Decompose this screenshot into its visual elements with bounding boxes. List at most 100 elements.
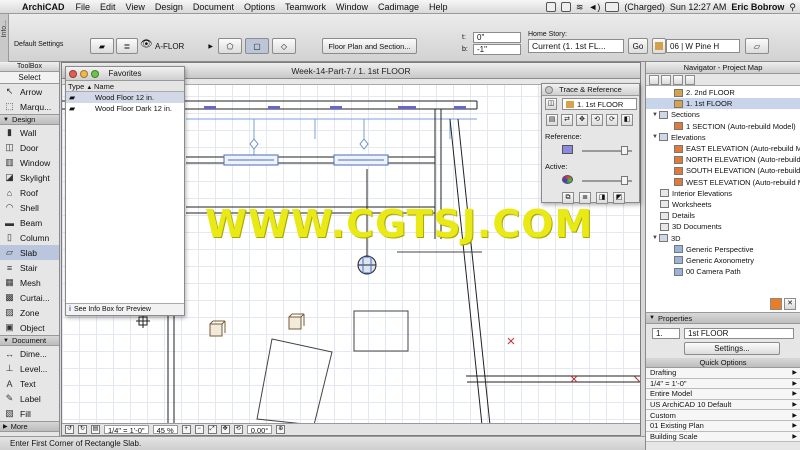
active-slider[interactable] (582, 176, 632, 185)
slab-settings-button[interactable]: ▰ (90, 38, 114, 54)
view-map-tab-icon[interactable] (661, 75, 671, 85)
nav-item[interactable]: WEST ELEVATION (Auto-rebuild M (646, 177, 800, 188)
reference-slider[interactable] (582, 146, 632, 155)
tool-stair[interactable]: ≡ Stair (0, 260, 59, 275)
floor-plan-section-button[interactable]: Floor Plan and Section... (322, 38, 417, 54)
quick-option-select[interactable]: 01 Existing Plan ▶ (646, 420, 800, 432)
nav-item[interactable]: 2. 2nd FLOOR (646, 87, 800, 98)
menu-design[interactable]: Design (150, 2, 188, 12)
design-section[interactable]: ▼ Design (0, 114, 59, 125)
quick-option-select[interactable]: US ArchiCAD 10 Default ▶ (646, 399, 800, 411)
properties-header[interactable]: ▼ Properties (646, 313, 800, 324)
triangle-down-icon[interactable]: ▼ (651, 112, 659, 118)
tool-window[interactable]: ▥ Window (0, 155, 59, 170)
material-select[interactable]: 06 | W Pine H (666, 39, 740, 53)
rectangle-method-button[interactable]: ▢ (245, 38, 269, 54)
menu-view[interactable]: View (121, 2, 150, 12)
tool-object[interactable]: ▣ Object (0, 320, 59, 335)
active-color-icon[interactable] (562, 175, 573, 184)
nav-item[interactable]: Generic Perspective (646, 244, 800, 255)
tool-text[interactable]: A Text (0, 376, 59, 391)
story-number-field[interactable]: 1. (652, 328, 680, 339)
tool-mesh[interactable]: ▦ Mesh (0, 275, 59, 290)
rotate-view-icon[interactable]: ⟲ (233, 425, 243, 434)
display-icon[interactable] (545, 2, 556, 12)
tool-slab[interactable]: ▱ Slab (0, 245, 59, 260)
layer-visibility-button[interactable]: ≣ (116, 38, 138, 54)
nav-item[interactable]: ▼ Sections (646, 109, 800, 120)
col-name[interactable]: Name (94, 82, 114, 91)
favorite-item[interactable]: ▰ Wood Floor Dark 12 in. (66, 103, 184, 114)
interior-walls[interactable] (167, 109, 442, 425)
scale-field[interactable]: 1/4" = 1'-0" (104, 425, 149, 435)
fit-window-icon[interactable]: ⤢ (207, 425, 217, 434)
nav-item[interactable]: 00 Camera Path (646, 266, 800, 277)
rectangle-element[interactable] (353, 310, 409, 352)
menu-edit[interactable]: Edit (95, 2, 121, 12)
properties-settings-button[interactable]: Settings... (684, 342, 780, 355)
compare-icon[interactable]: ◧ (621, 114, 633, 126)
zoom-field[interactable]: 45 % (152, 425, 178, 435)
close-icon[interactable] (69, 70, 77, 78)
zoom-in-icon[interactable]: + (181, 425, 191, 434)
reference-slider-knob[interactable] (620, 146, 628, 155)
nav-item[interactable]: 1. 1st FLOOR (646, 98, 800, 110)
triangle-down-icon[interactable]: ▼ (651, 134, 659, 140)
nav-item[interactable]: Worksheets (646, 199, 800, 210)
story-name-field[interactable]: 1st FLOOR (684, 328, 794, 339)
nav-item[interactable]: Generic Axonometry (646, 255, 800, 266)
tool-roof[interactable]: ⌂ Roof (0, 185, 59, 200)
triangle-down-icon[interactable]: ▼ (651, 235, 659, 241)
menu-options[interactable]: Options (239, 2, 280, 12)
move-reference-icon[interactable]: ✥ (576, 114, 588, 126)
menu-help[interactable]: Help (424, 2, 453, 12)
menu-file[interactable]: File (71, 2, 96, 12)
quick-option-select[interactable]: Drafting ▶ (646, 368, 800, 379)
minimize-icon[interactable] (80, 70, 88, 78)
wifi-icon[interactable]: ≋ (576, 2, 584, 13)
delete-icon[interactable]: ✕ (784, 298, 796, 310)
document-section[interactable]: ▼ Document (0, 335, 59, 346)
nav-item[interactable]: Details (646, 210, 800, 221)
col-type[interactable]: Type ▲ (66, 82, 94, 91)
rotated-rectangle-button[interactable]: ◇ (272, 38, 296, 54)
home-story-select[interactable]: Current (1. 1st FL... (528, 39, 624, 53)
more-section[interactable]: ▶ More (0, 421, 59, 432)
clock[interactable]: Sun 12:27 AM (670, 2, 727, 12)
tool-shell[interactable]: ◠ Shell (0, 200, 59, 215)
box-object-right[interactable] (288, 313, 305, 330)
active-slider-knob[interactable] (620, 176, 628, 185)
sync-icon[interactable] (560, 2, 571, 12)
redo-icon[interactable]: ↻ (78, 425, 87, 434)
slab-geometry-button[interactable]: ▱ (745, 38, 769, 54)
menu-cadimage[interactable]: Cadimage (373, 2, 424, 12)
tool-column[interactable]: ▯ Column (0, 230, 59, 245)
quick-option-select[interactable]: Building Scale ▶ (646, 431, 800, 443)
nav-item[interactable]: 1 SECTION (Auto-rebuild Model) (646, 121, 800, 132)
close-icon[interactable] (545, 86, 553, 94)
volume-icon[interactable]: ◄) (588, 2, 600, 12)
nav-item[interactable]: Interior Elevations (646, 188, 800, 199)
tool-skylight[interactable]: ◪ Skylight (0, 170, 59, 185)
shaft-symbol[interactable] (357, 255, 377, 275)
menu-teamwork[interactable]: Teamwork (280, 2, 331, 12)
swap-icon[interactable]: ⇄ (561, 114, 573, 126)
menu-document[interactable]: Document (188, 2, 239, 12)
angle-field[interactable]: 0.00° (246, 425, 273, 435)
favorite-item[interactable]: ▰ Wood Floor 12 in. (66, 92, 184, 103)
middle-wall[interactable] (186, 154, 435, 166)
tool-wall[interactable]: ▮ Wall (0, 125, 59, 140)
info-box-tab[interactable]: Info... (0, 14, 9, 62)
tool-marqu[interactable]: ⬚ Marqu... (0, 99, 59, 114)
nav-item[interactable]: 3D Documents (646, 221, 800, 232)
zoom-out-icon[interactable]: − (194, 425, 204, 434)
reset-reference-icon[interactable]: ⟳ (606, 114, 618, 126)
tool-fill[interactable]: ▧ Fill (0, 406, 59, 421)
undo-icon[interactable]: ↺ (65, 425, 74, 434)
menu-window[interactable]: Window (331, 2, 373, 12)
tool-label[interactable]: ✎ Label (0, 391, 59, 406)
nav-item[interactable]: ▼ Elevations (646, 132, 800, 143)
trace-toggle-button[interactable]: ◫ (545, 98, 563, 110)
app-menu[interactable]: ArchiCAD (20, 2, 71, 12)
nav-item[interactable]: NORTH ELEVATION (Auto-rebuild (646, 154, 800, 165)
